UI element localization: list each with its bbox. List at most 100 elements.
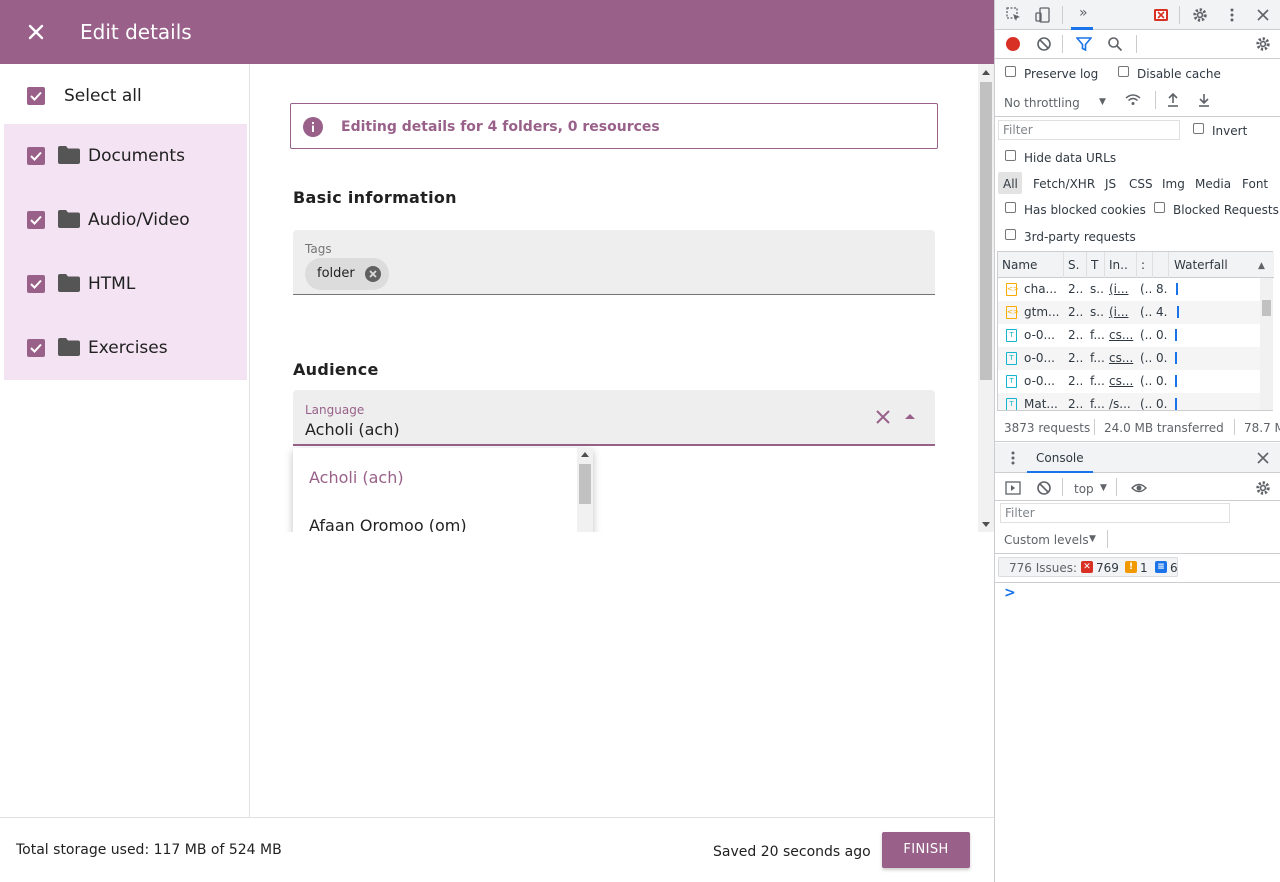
throttling-caret-icon[interactable]: ▼ [1099,95,1106,109]
language-option[interactable]: Acholi (ach) [293,454,577,502]
filter-funnel-icon[interactable] [1076,36,1092,52]
close-icon[interactable] [24,20,48,44]
request-name: gtm... [1024,305,1060,319]
record-icon[interactable] [1005,36,1021,52]
sidebar-toggle-icon[interactable] [1005,480,1021,496]
export-har-icon[interactable] [1196,92,1212,108]
request-table-scrollbar[interactable] [1260,278,1273,410]
table-row[interactable]: T o-0... 2... f... cs... (... 0. [998,324,1260,347]
request-initiator[interactable]: cs... [1109,374,1135,388]
remove-tag-icon[interactable] [364,266,381,282]
throttling-select[interactable]: No throttling [1004,96,1080,110]
type-filter-font[interactable]: Font [1242,177,1268,191]
clear-log-icon[interactable] [1036,36,1052,52]
folder-item-documents[interactable]: Documents [4,124,247,188]
device-toolbar-icon[interactable] [1035,7,1051,23]
preserve-log-checkbox[interactable] [1005,66,1016,77]
network-conditions-icon[interactable] [1125,92,1141,108]
folder-item-html[interactable]: HTML [4,252,247,316]
column-waterfall[interactable]: Waterfall [1174,258,1234,272]
language-dropdown-menu: Acholi (ach) Afaan Oromoo (om) [293,448,593,532]
type-filter-all[interactable]: All [1003,177,1018,191]
request-initiator[interactable]: (i... [1109,305,1135,319]
tab-console[interactable]: Console [1027,443,1093,473]
dropdown-scrollbar[interactable] [577,448,593,532]
request-type: f... [1090,351,1104,365]
select-all-checkbox[interactable]: Select all [0,64,250,124]
table-row[interactable]: <> cha... 2... s... (i... (... 8. [998,278,1260,301]
search-icon[interactable] [1107,36,1123,52]
context-caret-icon[interactable]: ▼ [1100,481,1107,495]
request-size: (... [1140,328,1152,342]
sort-up-icon[interactable]: ▲ [1258,259,1265,273]
type-filter-js[interactable]: JS [1105,177,1116,191]
more-tabs-icon[interactable]: » [1079,6,1088,20]
folder-list: Documents Audio/Video HTML Exercises [4,124,247,380]
table-row[interactable]: T Mat... 2... f... /s... (... 0. [998,393,1260,410]
audience-heading: Audience [293,360,379,379]
kebab-menu-icon[interactable] [1224,7,1240,23]
import-har-icon[interactable] [1165,92,1181,108]
waterfall-bar [1175,329,1177,341]
blocked-cookies-checkbox[interactable] [1005,202,1016,213]
invert-checkbox[interactable] [1193,123,1204,134]
request-time: 8. [1156,282,1168,296]
third-party-checkbox[interactable] [1005,229,1016,240]
language-option[interactable]: Afaan Oromoo (om) [293,502,577,532]
request-status: 2... [1068,351,1084,365]
inspect-element-icon[interactable] [1006,7,1022,23]
settings-gear-icon[interactable] [1192,7,1208,23]
network-filter-input[interactable]: Filter [998,120,1180,140]
close-drawer-icon[interactable] [1255,450,1271,466]
waterfall-bar [1175,352,1177,364]
request-initiator[interactable]: cs... [1109,328,1135,342]
issues-warning-count: 1 [1140,561,1148,575]
clear-icon[interactable] [875,409,891,425]
type-filter-css[interactable]: CSS [1129,177,1153,191]
request-name: o-0... [1024,351,1055,365]
banner-text: Editing details for 4 folders, 0 resourc… [341,119,660,135]
type-filter-img[interactable]: Img [1162,177,1185,191]
folder-item-audio-video[interactable]: Audio/Video [4,188,247,252]
disable-cache-checkbox[interactable] [1118,66,1129,77]
request-type: s... [1090,282,1104,296]
context-select[interactable]: top [1074,482,1094,496]
table-row[interactable]: <> gtm... 2... s... (i... (... 4. [998,301,1260,324]
column-initiator[interactable]: In.. [1109,258,1133,272]
script-file-icon: <> [1006,283,1019,296]
tags-field[interactable]: Tags folder [293,230,935,295]
log-levels-caret-icon[interactable]: ▼ [1089,532,1096,546]
column-size[interactable]: : [1141,258,1149,272]
console-settings-icon[interactable] [1255,480,1271,496]
language-select[interactable]: Language Acholi (ach) [293,390,935,446]
column-name[interactable]: Name [1002,258,1058,272]
log-levels-select[interactable]: Custom levels [1004,533,1089,547]
type-filter-media[interactable]: Media [1195,177,1231,191]
folder-label: Audio/Video [88,210,190,230]
folder-item-exercises[interactable]: Exercises [4,316,247,380]
column-status[interactable]: S. [1068,258,1082,272]
live-expression-eye-icon[interactable] [1131,480,1147,496]
caret-up-icon[interactable] [905,414,915,419]
error-count-icon[interactable] [1153,7,1169,23]
console-prompt[interactable]: > [1004,586,1016,600]
console-filter-input[interactable]: Filter [1000,503,1230,523]
finish-button[interactable]: FINISH [882,832,970,868]
column-type[interactable]: T [1091,258,1105,272]
request-initiator[interactable]: (i... [1109,282,1135,296]
request-status: 2... [1068,328,1084,342]
network-settings-icon[interactable] [1255,36,1271,52]
clear-console-icon[interactable] [1036,480,1052,496]
close-devtools-icon[interactable] [1255,7,1271,23]
type-filter-fetch-xhr[interactable]: Fetch/XHR [1033,177,1095,191]
table-row[interactable]: T o-0... 2... f... cs... (... 0. [998,370,1260,393]
request-time: 0. [1156,374,1168,388]
issues-counter[interactable]: 776 Issues: ✕ 769 ! 1 ≡ 6 [998,557,1178,577]
blocked-requests-checkbox[interactable] [1154,202,1165,213]
request-size: (... [1140,282,1152,296]
hide-data-urls-checkbox[interactable] [1005,150,1016,161]
table-row[interactable]: T o-0... 2... f... cs... (... 0. [998,347,1260,370]
request-initiator[interactable]: cs... [1109,351,1135,365]
drawer-menu-icon[interactable] [1005,450,1021,466]
main-scrollbar[interactable] [978,64,994,532]
